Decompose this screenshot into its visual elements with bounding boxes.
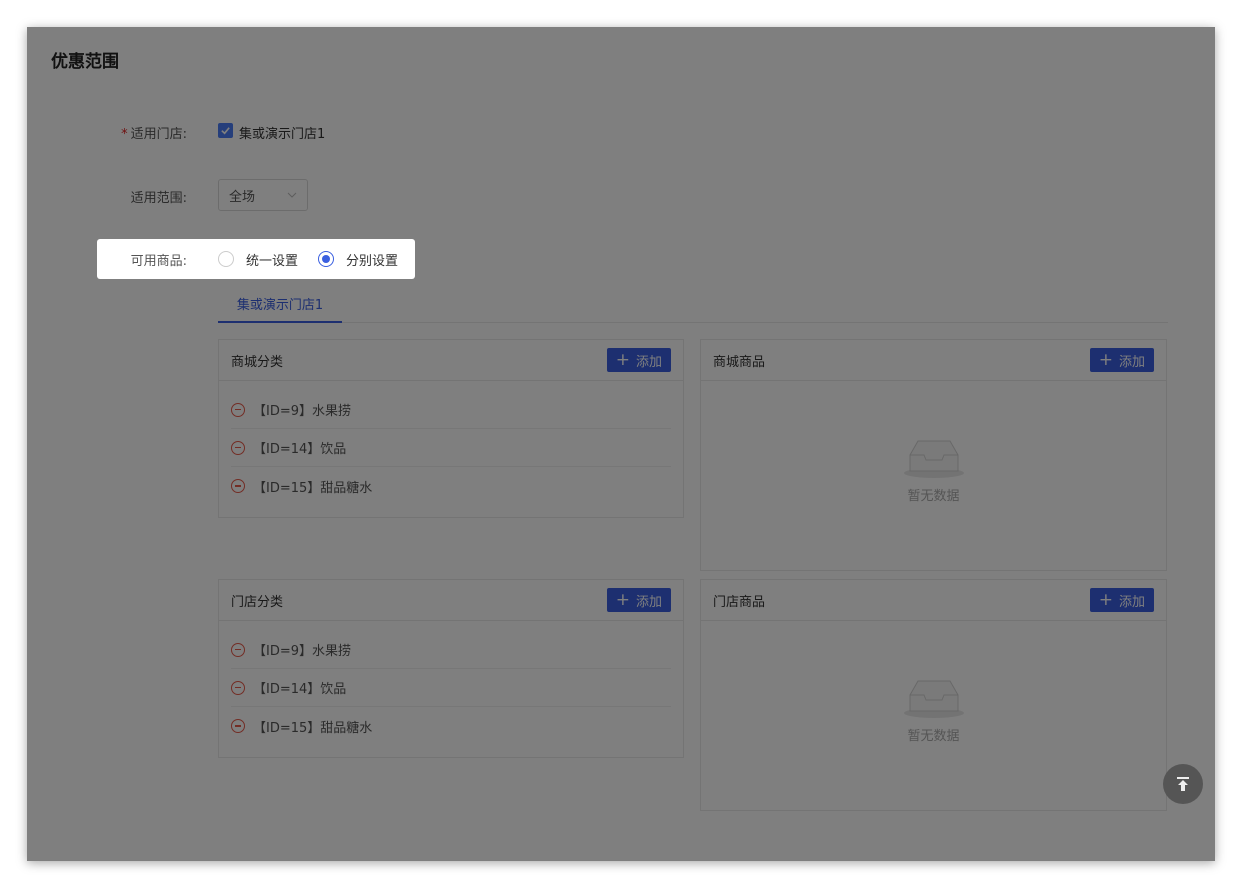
store-option-label: 集或演示门店1 [239,127,326,142]
plus-icon: + [1098,349,1113,370]
item-label: 【ID=14】饮品 [253,442,347,457]
store-category-list: 【ID=9】水果捞 【ID=14】饮品 【ID=15】甜品糖水 [219,621,683,745]
list-item: 【ID=14】饮品 [231,429,671,467]
remove-icon[interactable] [231,719,245,733]
item-label: 【ID=15】甜品糖水 [253,480,373,496]
list-item: 【ID=14】饮品 [231,669,671,707]
back-to-top-button[interactable] [1163,764,1203,804]
radio-unified[interactable] [218,251,234,267]
scope-select[interactable]: 全场 [218,179,308,211]
list-item: 【ID=9】水果捞 [231,631,671,669]
plus-icon: + [615,589,630,610]
plus-icon: + [1098,589,1113,610]
empty-text: 暂无数据 [907,489,960,504]
empty-state: 暂无数据 [701,675,1166,744]
store-goods-panel: 门店商品 + 添加 暂无数据 [700,579,1167,811]
empty-box-icon [903,440,964,478]
item-label: 【ID=9】水果捞 [253,644,352,659]
panel-title: 商城商品 [713,354,766,370]
mall-goods-panel: 商城商品 + 添加 暂无数据 [700,339,1167,571]
panel-title: 门店商品 [713,594,766,610]
remove-icon[interactable] [231,402,245,417]
mall-category-list: 【ID=9】水果捞 【ID=14】饮品 【ID=15】甜品糖水 [219,381,683,505]
radio-separate-label: 分别设置 [346,254,399,269]
add-mall-category-button[interactable]: + 添加 [606,348,671,372]
store-field-label: * 适用门店: [47,123,187,142]
item-label: 【ID=9】水果捞 [253,404,352,419]
add-label: 添加 [635,594,662,610]
list-item: 【ID=15】甜品糖水 [231,467,671,505]
panel-header: 商城商品 + 添加 [701,340,1166,381]
item-label: 【ID=15】甜品糖水 [253,720,373,736]
add-store-goods-button[interactable]: + 添加 [1089,588,1154,612]
item-label: 【ID=14】饮品 [253,682,347,697]
panel-header: 商城分类 + 添加 [219,340,683,381]
remove-icon[interactable] [231,680,245,695]
empty-text: 暂无数据 [907,729,960,744]
empty-box-icon [903,680,964,718]
remove-icon[interactable] [231,440,245,455]
store-tabs: 集或演示门店1 [218,285,1168,323]
panel-title: 门店分类 [231,594,284,610]
arrow-up-icon [1177,777,1189,791]
add-store-category-button[interactable]: + 添加 [606,588,671,612]
store-label-text: 适用门店: [130,127,187,142]
check-icon [221,127,230,135]
store-checkbox[interactable] [218,123,233,138]
list-item: 【ID=9】水果捞 [231,391,671,429]
scope-field-label: 适用范围: [130,191,187,206]
radio-unified-label: 统一设置 [246,254,299,269]
plus-icon: + [615,349,630,370]
add-mall-goods-button[interactable]: + 添加 [1089,348,1154,372]
radio-separate[interactable] [318,251,334,267]
required-mark: * [121,127,128,142]
tab-store-1[interactable]: 集或演示门店1 [218,285,342,323]
goods-field-highlight: 可用商品: 统一设置 分别设置 [97,239,415,279]
remove-icon[interactable] [231,642,245,657]
discount-scope-card: 优惠范围 * 适用门店: 集或演示门店1 适用范围: 全场 集或演示门店1 商城分… [27,27,1215,861]
panel-title: 商城分类 [231,354,284,370]
chevron-down-icon [287,192,297,198]
section-title: 优惠范围 [51,52,119,72]
list-item: 【ID=15】甜品糖水 [231,707,671,745]
empty-state: 暂无数据 [701,435,1166,504]
mall-category-panel: 商城分类 + 添加 【ID=9】水果捞 【ID=14】饮品 【ID=15】甜品糖… [218,339,684,518]
add-label: 添加 [635,354,662,370]
scope-select-value: 全场 [229,189,256,205]
add-label: 添加 [1118,594,1145,610]
remove-icon[interactable] [231,479,245,493]
panel-header: 门店商品 + 添加 [701,580,1166,621]
store-category-panel: 门店分类 + 添加 【ID=9】水果捞 【ID=14】饮品 【ID=15】甜品糖… [218,579,684,758]
panel-header: 门店分类 + 添加 [219,580,683,621]
add-label: 添加 [1118,354,1145,370]
goods-field-label: 可用商品: [130,254,187,269]
